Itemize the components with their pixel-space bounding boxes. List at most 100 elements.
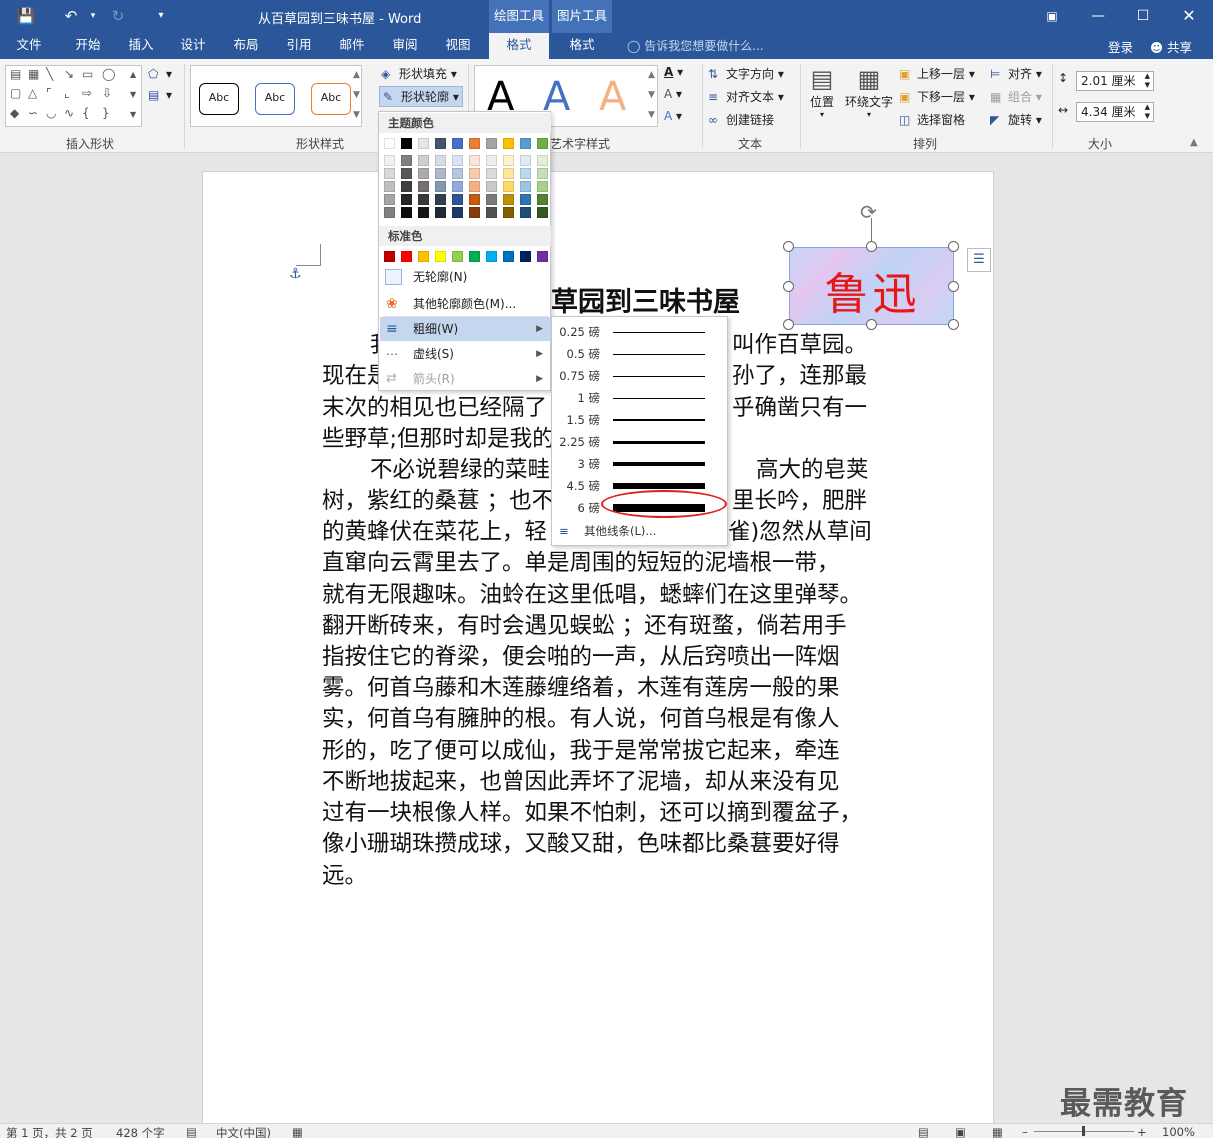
layout-options-icon[interactable]: ☰ — [967, 248, 991, 272]
undo-icon[interactable]: ↶ — [60, 5, 82, 27]
brace-left-icon[interactable]: { — [82, 106, 90, 120]
theme-shade-swatch[interactable] — [435, 168, 446, 179]
vertical-textbox-icon[interactable]: ▦ — [28, 67, 39, 81]
theme-shade-swatch[interactable] — [435, 207, 446, 218]
theme-shade-swatch[interactable] — [418, 155, 429, 166]
tab-insert[interactable]: 插入 — [118, 33, 164, 59]
theme-shade-swatch[interactable] — [503, 168, 514, 179]
theme-shade-swatch[interactable] — [384, 194, 395, 205]
theme-shade-swatch[interactable] — [418, 207, 429, 218]
save-icon[interactable]: 💾 — [15, 5, 37, 27]
theme-shade-swatch[interactable] — [452, 207, 463, 218]
brace-right-icon[interactable]: } — [102, 106, 110, 120]
theme-shade-swatch[interactable] — [486, 181, 497, 192]
shape-style-orange[interactable]: Abc — [311, 83, 351, 115]
resize-handle[interactable] — [866, 319, 877, 330]
weight-option[interactable]: 3 磅 — [552, 453, 727, 475]
shape-fill-button[interactable]: ◈ 形状填充 ▾ — [381, 65, 457, 82]
theme-shade-swatch[interactable] — [537, 155, 548, 166]
theme-color-swatch[interactable] — [503, 138, 514, 149]
theme-shade-swatch[interactable] — [469, 207, 480, 218]
wordart-up-icon[interactable]: ▲ — [648, 70, 655, 80]
theme-color-swatch[interactable] — [384, 138, 395, 149]
language[interactable]: 中文(中国) — [216, 1125, 271, 1138]
down-arrow-icon[interactable]: ⇩ — [102, 86, 112, 100]
standard-color-swatch[interactable] — [384, 251, 395, 262]
resize-handle[interactable] — [783, 241, 794, 252]
tab-file[interactable]: 文件 — [5, 33, 53, 59]
curve-icon[interactable]: ∽ — [28, 106, 38, 120]
rotate-handle-icon[interactable]: ⟳ — [860, 200, 877, 224]
customize-toolbar-icon[interactable]: ▾ — [150, 5, 172, 27]
theme-shade-swatch[interactable] — [384, 207, 395, 218]
theme-shade-swatch[interactable] — [384, 155, 395, 166]
standard-color-swatch[interactable] — [537, 251, 548, 262]
theme-color-swatch[interactable] — [537, 138, 548, 149]
minimize-button[interactable]: — — [1075, 0, 1121, 33]
shape-styles-gallery[interactable]: Abc Abc Abc ▲ ▼ ▼ — [190, 65, 362, 127]
theme-shade-swatch[interactable] — [384, 181, 395, 192]
theme-shade-swatch[interactable] — [418, 194, 429, 205]
group-button[interactable]: ▦ 组合 ▾ — [990, 88, 1042, 105]
collapse-ribbon-icon[interactable]: ▲ — [1190, 137, 1198, 148]
tab-layout[interactable]: 布局 — [223, 33, 269, 59]
resize-handle[interactable] — [948, 281, 959, 292]
tab-format-drawing[interactable]: 格式 — [489, 33, 549, 59]
theme-color-swatch[interactable] — [469, 138, 480, 149]
wordart-more-icon[interactable]: ▼ — [648, 110, 655, 120]
resize-handle[interactable] — [948, 241, 959, 252]
zoom-in-button[interactable]: + — [1137, 1125, 1147, 1138]
standard-color-swatch[interactable] — [401, 251, 412, 262]
theme-shade-swatch[interactable] — [452, 168, 463, 179]
theme-shade-swatch[interactable] — [503, 155, 514, 166]
more-colors-item[interactable]: ❀ 其他轮廓颜色(M)... — [380, 292, 551, 316]
weight-option[interactable]: 0.25 磅 — [552, 321, 727, 343]
wrap-text-button[interactable]: ▦ 环绕文字 ▾ — [844, 65, 894, 119]
tab-home[interactable]: 开始 — [63, 33, 113, 59]
macro-icon[interactable]: ▦ — [292, 1125, 303, 1138]
wordart-down-icon[interactable]: ▼ — [648, 90, 655, 100]
theme-shade-swatch[interactable] — [401, 168, 412, 179]
position-button[interactable]: ▤ 位置 ▾ — [805, 65, 839, 119]
shape-style-black[interactable]: Abc — [199, 83, 239, 115]
tell-me-box[interactable]: ◯ 告诉我您想要做什么... — [627, 37, 764, 54]
resize-handle[interactable] — [783, 281, 794, 292]
styles-up-icon[interactable]: ▲ — [353, 70, 360, 80]
theme-shade-swatch[interactable] — [503, 207, 514, 218]
shape-width-input[interactable]: 4.34 厘米 ▲ ▼ — [1076, 102, 1154, 122]
standard-color-swatch[interactable] — [469, 251, 480, 262]
theme-shade-swatch[interactable] — [418, 181, 429, 192]
redo-icon[interactable]: ↻ — [107, 5, 129, 27]
theme-shade-swatch[interactable] — [469, 168, 480, 179]
standard-color-swatch[interactable] — [503, 251, 514, 262]
undo-dropdown-icon[interactable]: ▾ — [82, 5, 104, 27]
send-backward-button[interactable]: ▣ 下移一层 ▾ — [899, 88, 975, 105]
text-effects-button[interactable]: A ▾ — [664, 109, 682, 123]
standard-color-swatch[interactable] — [452, 251, 463, 262]
bring-forward-button[interactable]: ▣ 上移一层 ▾ — [899, 65, 975, 82]
tab-review[interactable]: 审阅 — [382, 33, 428, 59]
theme-shade-swatch[interactable] — [486, 207, 497, 218]
theme-color-swatch[interactable] — [520, 138, 531, 149]
theme-color-swatch[interactable] — [452, 138, 463, 149]
theme-shade-swatch[interactable] — [452, 194, 463, 205]
styles-down-icon[interactable]: ▼ — [353, 90, 360, 100]
zoom-out-button[interactable]: – — [1022, 1125, 1028, 1138]
theme-color-swatch[interactable] — [418, 138, 429, 149]
tab-format-picture[interactable]: 格式 — [552, 33, 612, 59]
theme-shade-swatch[interactable] — [520, 194, 531, 205]
theme-shade-swatch[interactable] — [401, 155, 412, 166]
textbox-shape-icon[interactable]: ▤ — [10, 67, 21, 81]
zoom-slider-thumb[interactable] — [1082, 1126, 1085, 1136]
dashes-item[interactable]: ⋯ 虚线(S) ▶ — [380, 342, 551, 366]
weight-option[interactable]: 1 磅 — [552, 387, 727, 409]
text-fill-button[interactable]: A ▾ — [664, 65, 683, 79]
page-count[interactable]: 第 1 页，共 2 页 — [6, 1125, 93, 1138]
print-layout-icon[interactable]: ▣ — [955, 1125, 966, 1138]
theme-shade-swatch[interactable] — [520, 155, 531, 166]
styles-more-icon[interactable]: ▼ — [353, 110, 360, 120]
read-mode-icon[interactable]: ▤ — [918, 1125, 929, 1138]
login-link[interactable]: 登录 — [1108, 37, 1133, 56]
arrows-item[interactable]: ⇄ 箭头(R) ▶ — [380, 367, 551, 391]
theme-shade-swatch[interactable] — [486, 194, 497, 205]
